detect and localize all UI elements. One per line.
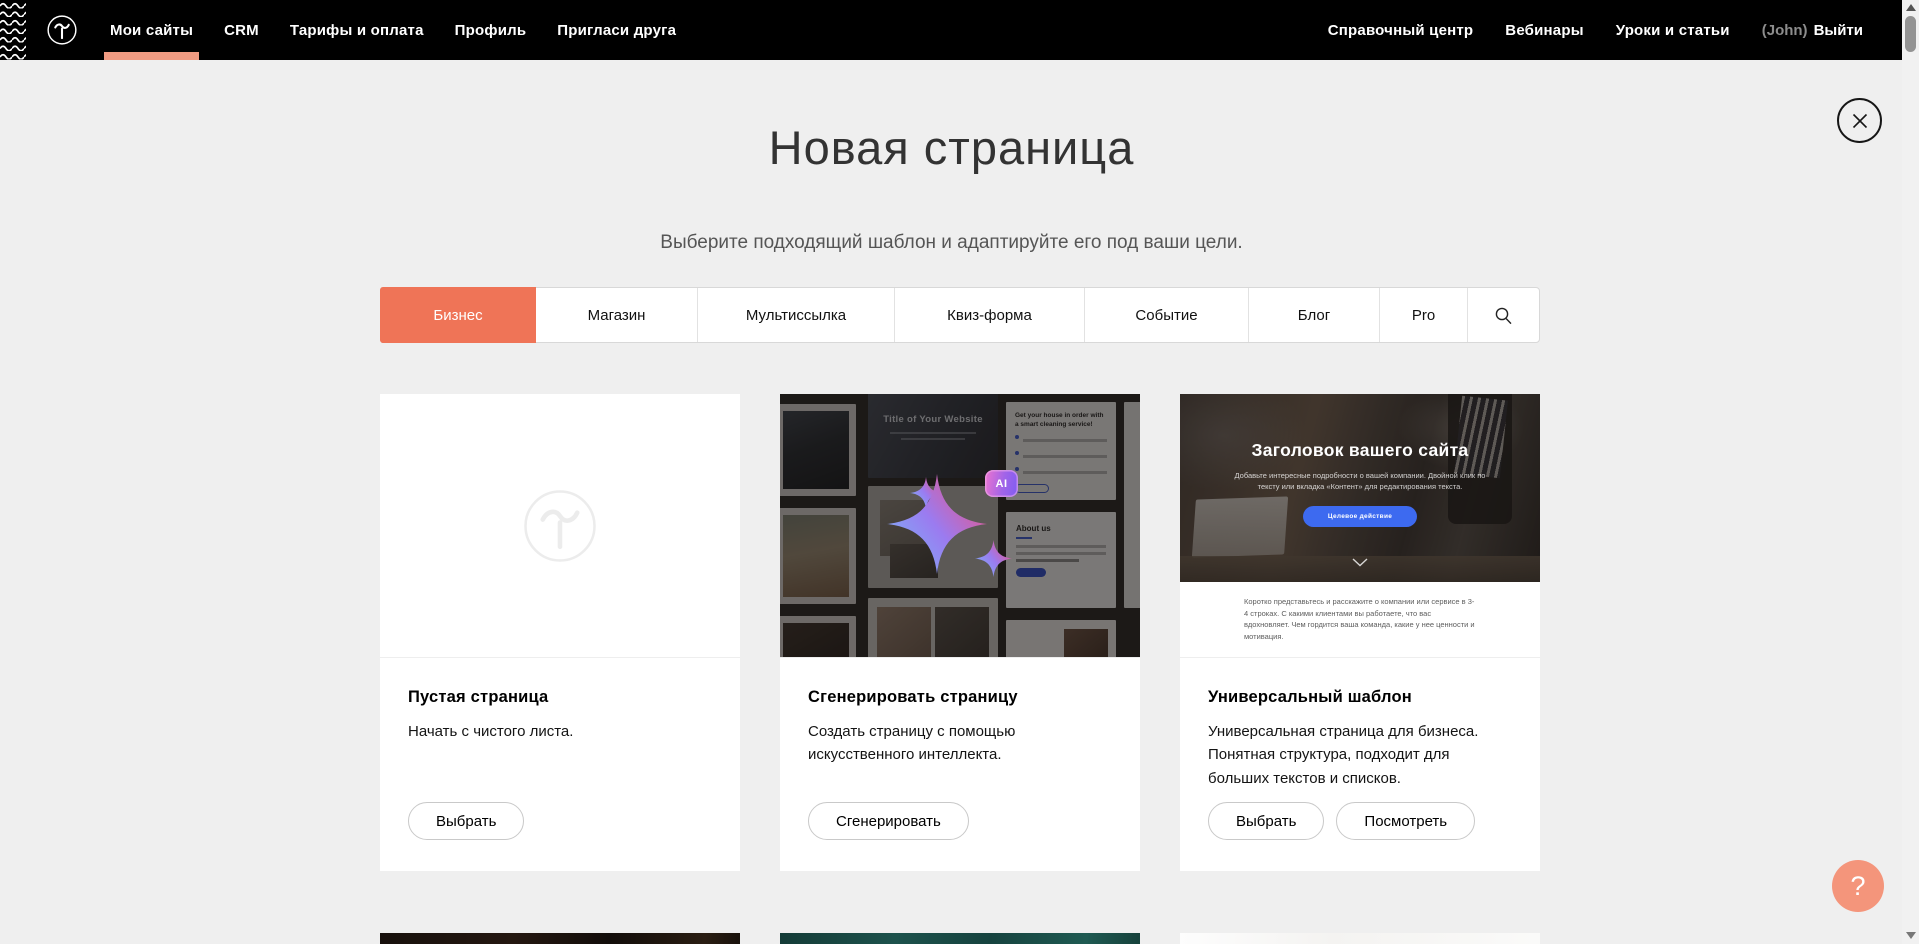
template-category-tabs: Бизнес Магазин Мультиссылка Квиз-форма С… xyxy=(380,287,1540,343)
nav-right-menu: Справочный центр Вебинары Уроки и статьи… xyxy=(1296,0,1903,60)
card-description: Начать с чистого листа. xyxy=(408,720,712,743)
template-preview xyxy=(380,933,740,944)
template-hero-title: Заголовок вашего сайта xyxy=(1252,440,1469,461)
ai-sparkles-icon xyxy=(855,437,1065,627)
ai-badge: AI xyxy=(985,470,1018,497)
nav-item-pricing[interactable]: Тарифы и оплата xyxy=(290,0,424,60)
close-icon xyxy=(1851,112,1869,130)
new-page-modal: Мои сайты CRM Тарифы и оплата Профиль Пр… xyxy=(0,0,1919,944)
search-icon xyxy=(1494,306,1513,325)
tilda-watermark-icon xyxy=(514,480,606,572)
nav-item-webinars[interactable]: Вебинары xyxy=(1505,22,1583,39)
tab-event[interactable]: Событие xyxy=(1085,288,1249,342)
search-tab[interactable] xyxy=(1468,288,1539,342)
nav-item-invite-friend[interactable]: Пригласи друга xyxy=(557,0,676,60)
nav-left-menu: Мои сайты CRM Тарифы и оплата Профиль Пр… xyxy=(110,0,707,60)
template-hero-subtitle: Добавьте интересные подробности о вашей … xyxy=(1226,470,1494,493)
universal-template-preview: Заголовок вашего сайта Добавьте интересн… xyxy=(1180,394,1540,658)
nav-item-help-center[interactable]: Справочный центр xyxy=(1328,22,1474,39)
tab-pro[interactable]: Pro xyxy=(1380,288,1468,342)
view-button[interactable]: Посмотреть xyxy=(1336,802,1475,840)
scrollbar-up-arrow[interactable] xyxy=(1902,0,1919,14)
tab-multilink[interactable]: Мультиссылка xyxy=(698,288,895,342)
help-button[interactable]: ? xyxy=(1832,860,1884,912)
page-subtitle: Выберите подходящий шаблон и адаптируйте… xyxy=(0,232,1903,254)
card-blank-page[interactable]: Пустая страница Начать с чистого листа. … xyxy=(380,394,740,871)
nav-item-my-sites[interactable]: Мои сайты xyxy=(110,0,193,60)
page-title: Новая страница xyxy=(0,120,1903,175)
choose-button[interactable]: Выбрать xyxy=(1208,802,1324,840)
template-hero-section: Заголовок вашего сайта Добавьте интересн… xyxy=(1180,394,1540,582)
scrollbar-down-arrow[interactable] xyxy=(1902,928,1919,942)
template-body-section: Коротко представьтесь и расскажите о ком… xyxy=(1180,582,1540,657)
tab-shop[interactable]: Магазин xyxy=(536,288,698,342)
card-title: Сгенерировать страницу xyxy=(808,688,1112,707)
template-cta-button: Целевое действие xyxy=(1303,506,1417,527)
card-description: Универсальная страница для бизнеса. Поня… xyxy=(1208,720,1512,790)
card-description: Создать страницу с помощью искусственног… xyxy=(808,720,1058,767)
card-title: Пустая страница xyxy=(408,688,712,707)
nav-item-crm[interactable]: CRM xyxy=(224,0,259,60)
template-preview xyxy=(780,933,1140,944)
triangle-down-icon xyxy=(1906,932,1916,939)
card-ai-generate[interactable]: Title of Your Website Get your house in … xyxy=(780,394,1140,871)
ai-collage-preview: Title of Your Website Get your house in … xyxy=(780,394,1140,658)
user-name-label: (John) xyxy=(1762,22,1808,39)
card-template-partial[interactable] xyxy=(1180,933,1540,944)
logout-link[interactable]: Выйти xyxy=(1814,22,1863,39)
template-cards-grid: Пустая страница Начать с чистого листа. … xyxy=(380,394,1540,944)
triangle-up-icon xyxy=(1906,4,1916,11)
nav-item-lessons[interactable]: Уроки и статьи xyxy=(1616,22,1730,39)
zigzag-pattern-icon xyxy=(0,0,26,60)
chevron-down-icon xyxy=(1352,554,1368,572)
scrollbar xyxy=(1902,0,1919,944)
template-preview xyxy=(1180,933,1540,944)
scrollbar-thumb[interactable] xyxy=(1905,16,1916,52)
card-template-partial[interactable] xyxy=(380,933,740,944)
question-icon: ? xyxy=(1850,871,1865,902)
blank-page-preview xyxy=(380,394,740,658)
tab-quiz-form[interactable]: Квиз-форма xyxy=(895,288,1085,342)
close-button[interactable] xyxy=(1837,98,1882,143)
top-nav: Мои сайты CRM Тарифы и оплата Профиль Пр… xyxy=(0,0,1903,60)
card-universal-template[interactable]: Заголовок вашего сайта Добавьте интересн… xyxy=(1180,394,1540,871)
tilda-logo-icon[interactable] xyxy=(26,0,80,60)
generate-button[interactable]: Сгенерировать xyxy=(808,802,969,840)
tab-blog[interactable]: Блог xyxy=(1249,288,1380,342)
nav-item-profile[interactable]: Профиль xyxy=(455,0,527,60)
card-title: Универсальный шаблон xyxy=(1208,688,1512,707)
template-body-text: Коротко представьтесь и расскажите о ком… xyxy=(1244,596,1476,643)
card-template-partial[interactable] xyxy=(780,933,1140,944)
tab-business[interactable]: Бизнес xyxy=(380,287,536,343)
choose-button[interactable]: Выбрать xyxy=(408,802,524,840)
